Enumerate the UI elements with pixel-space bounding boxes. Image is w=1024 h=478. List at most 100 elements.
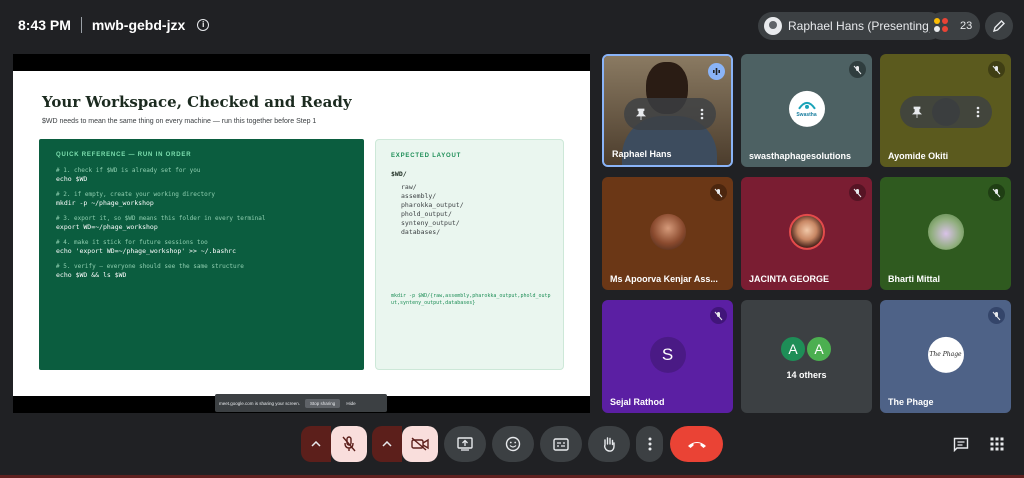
tile-hover-controls <box>624 98 716 130</box>
mic-off-icon <box>342 436 356 452</box>
slide-subtitle: $WD needs to mean the same thing on ever… <box>42 118 317 125</box>
avatar: The Phage <box>927 336 964 373</box>
participant-tile[interactable]: Raphael Hans <box>602 54 733 167</box>
layout-root: $WD/ <box>391 170 407 178</box>
avatar: Swastha <box>788 90 825 127</box>
layout-dir: phold_output/ <box>401 210 452 218</box>
code-command: export WD=~/phage_workshop <box>56 223 158 231</box>
share-text: meet.google.com is sharing your screen. <box>219 400 301 406</box>
mic-off-icon <box>853 188 862 197</box>
hide-button[interactable]: Hide <box>346 401 355 406</box>
avatar-initial: S <box>661 344 674 364</box>
leave-call-button[interactable] <box>670 426 723 462</box>
mic-toggle-button[interactable] <box>331 426 367 462</box>
participant-tile[interactable]: Ms Apoorva Kenjar Ass... <box>602 177 733 290</box>
quick-reference-panel: QUICK REFERENCE — RUN IN ORDER # 1. chec… <box>39 139 364 370</box>
present-icon <box>457 437 473 451</box>
code-comment: # 1. check if $WD is already set for you <box>56 167 201 174</box>
swastha-logo-icon <box>797 101 816 109</box>
meeting-time: 8:43 PM <box>18 17 71 33</box>
others-count: 14 others <box>786 370 827 380</box>
stop-sharing-button[interactable]: Stop sharing <box>305 398 341 408</box>
audio-wave-icon <box>713 68 720 75</box>
expected-layout-title: EXPECTED LAYOUT <box>391 153 462 159</box>
participants-button[interactable]: 23 <box>928 12 980 40</box>
pin-icon[interactable] <box>912 106 922 118</box>
participant-name: Ayomide Okiti <box>888 151 949 161</box>
participant-name: JACINTA GEORGE <box>749 274 830 284</box>
avatar: A <box>779 335 807 363</box>
screen-share-bar: meet.google.com is sharing your screen. … <box>215 394 387 412</box>
code-comment: # 3. export it, so $WD means this folder… <box>56 215 266 222</box>
avatar-initial: A <box>788 341 798 357</box>
more-options-icon <box>648 437 651 451</box>
people-icon <box>934 18 950 34</box>
code-command: echo 'export WD=~/phage_workshop' >> ~/.… <box>56 247 237 255</box>
muted-indicator <box>988 184 1005 201</box>
audio-options-button[interactable] <box>301 426 331 462</box>
mic-off-icon <box>714 188 723 197</box>
logo-text: The Phage <box>929 350 962 358</box>
participant-tile[interactable]: Ayomide Okiti <box>880 54 1011 167</box>
top-bar: 8:43 PM mwb-gebd-jzx i Raphael Hans (Pre… <box>0 0 1024 52</box>
muted-indicator <box>710 307 727 324</box>
layout-dir: databases/ <box>401 228 441 236</box>
muted-indicator <box>988 307 1005 324</box>
captions-icon <box>553 437 569 451</box>
quick-reference-title: QUICK REFERENCE — RUN IN ORDER <box>56 152 192 158</box>
code-command: mkdir -p ~/phage_workshop <box>56 199 154 207</box>
code-comment: # 5. verify — everyone should see the sa… <box>56 263 244 270</box>
participant-tile[interactable]: The Phage The Phage <box>880 300 1011 413</box>
more-options-icon[interactable] <box>700 108 704 120</box>
divider <box>80 17 82 33</box>
layout-command: mkdir -p $WD/{raw,assembly,pharokka_outp… <box>391 293 551 306</box>
reactions-button[interactable] <box>492 426 534 462</box>
layout-dir: assembly/ <box>401 192 437 200</box>
participant-tile[interactable]: Swastha swasthaphagesolutions <box>741 54 872 167</box>
chat-button[interactable] <box>948 426 974 462</box>
speaking-indicator <box>708 63 725 80</box>
presentation-stage: Your Workspace, Checked and Ready $WD ne… <box>13 54 590 413</box>
video-options-button[interactable] <box>372 426 402 462</box>
participant-tile[interactable]: S Sejal Rathod <box>602 300 733 413</box>
activities-button[interactable] <box>984 426 1010 462</box>
hang-up-icon <box>687 441 706 448</box>
code-command: echo $WD && ls $WD <box>56 271 127 279</box>
chevron-up-icon <box>311 441 321 447</box>
presenter-chip[interactable]: Raphael Hans (Presenting) <box>758 12 943 40</box>
presenter-label: Raphael Hans (Presenting) <box>788 19 933 33</box>
hand-icon <box>603 437 615 452</box>
meeting-code: mwb-gebd-jzx <box>91 17 186 33</box>
muted-indicator <box>849 61 866 78</box>
info-icon[interactable]: i <box>197 19 210 31</box>
microphone-control <box>301 426 367 462</box>
meeting-info: 8:43 PM mwb-gebd-jzx i <box>18 17 210 33</box>
emoji-icon <box>505 436 521 452</box>
more-options-button[interactable] <box>636 426 663 462</box>
chat-icon <box>953 437 969 452</box>
avatar <box>649 213 686 250</box>
tile-hover-controls <box>900 96 992 128</box>
present-screen-button[interactable] <box>444 426 486 462</box>
muted-indicator <box>988 61 1005 78</box>
participants-count: 23 <box>960 20 973 32</box>
code-command: echo $WD <box>56 175 88 183</box>
pin-icon[interactable] <box>636 108 646 120</box>
participant-name: The Phage <box>888 397 934 407</box>
mic-off-icon <box>853 65 862 74</box>
annotate-button[interactable] <box>985 12 1013 40</box>
participant-name: Ms Apoorva Kenjar Ass... <box>610 274 718 284</box>
slide: Your Workspace, Checked and Ready $WD ne… <box>13 71 590 396</box>
more-options-icon[interactable] <box>976 106 980 118</box>
others-tile[interactable]: A A 14 others <box>741 300 872 413</box>
avatar <box>764 17 782 35</box>
avatar <box>927 213 964 250</box>
participant-tile[interactable]: Bharti Mittal <box>880 177 1011 290</box>
expected-layout-panel: EXPECTED LAYOUT $WD/ raw/ assembly/ phar… <box>375 139 564 370</box>
captions-button[interactable] <box>540 426 582 462</box>
camera-toggle-button[interactable] <box>402 426 438 462</box>
participant-name: Bharti Mittal <box>888 274 941 284</box>
mic-off-icon <box>992 65 1001 74</box>
raise-hand-button[interactable] <box>588 426 630 462</box>
participant-tile[interactable]: JACINTA GEORGE <box>741 177 872 290</box>
